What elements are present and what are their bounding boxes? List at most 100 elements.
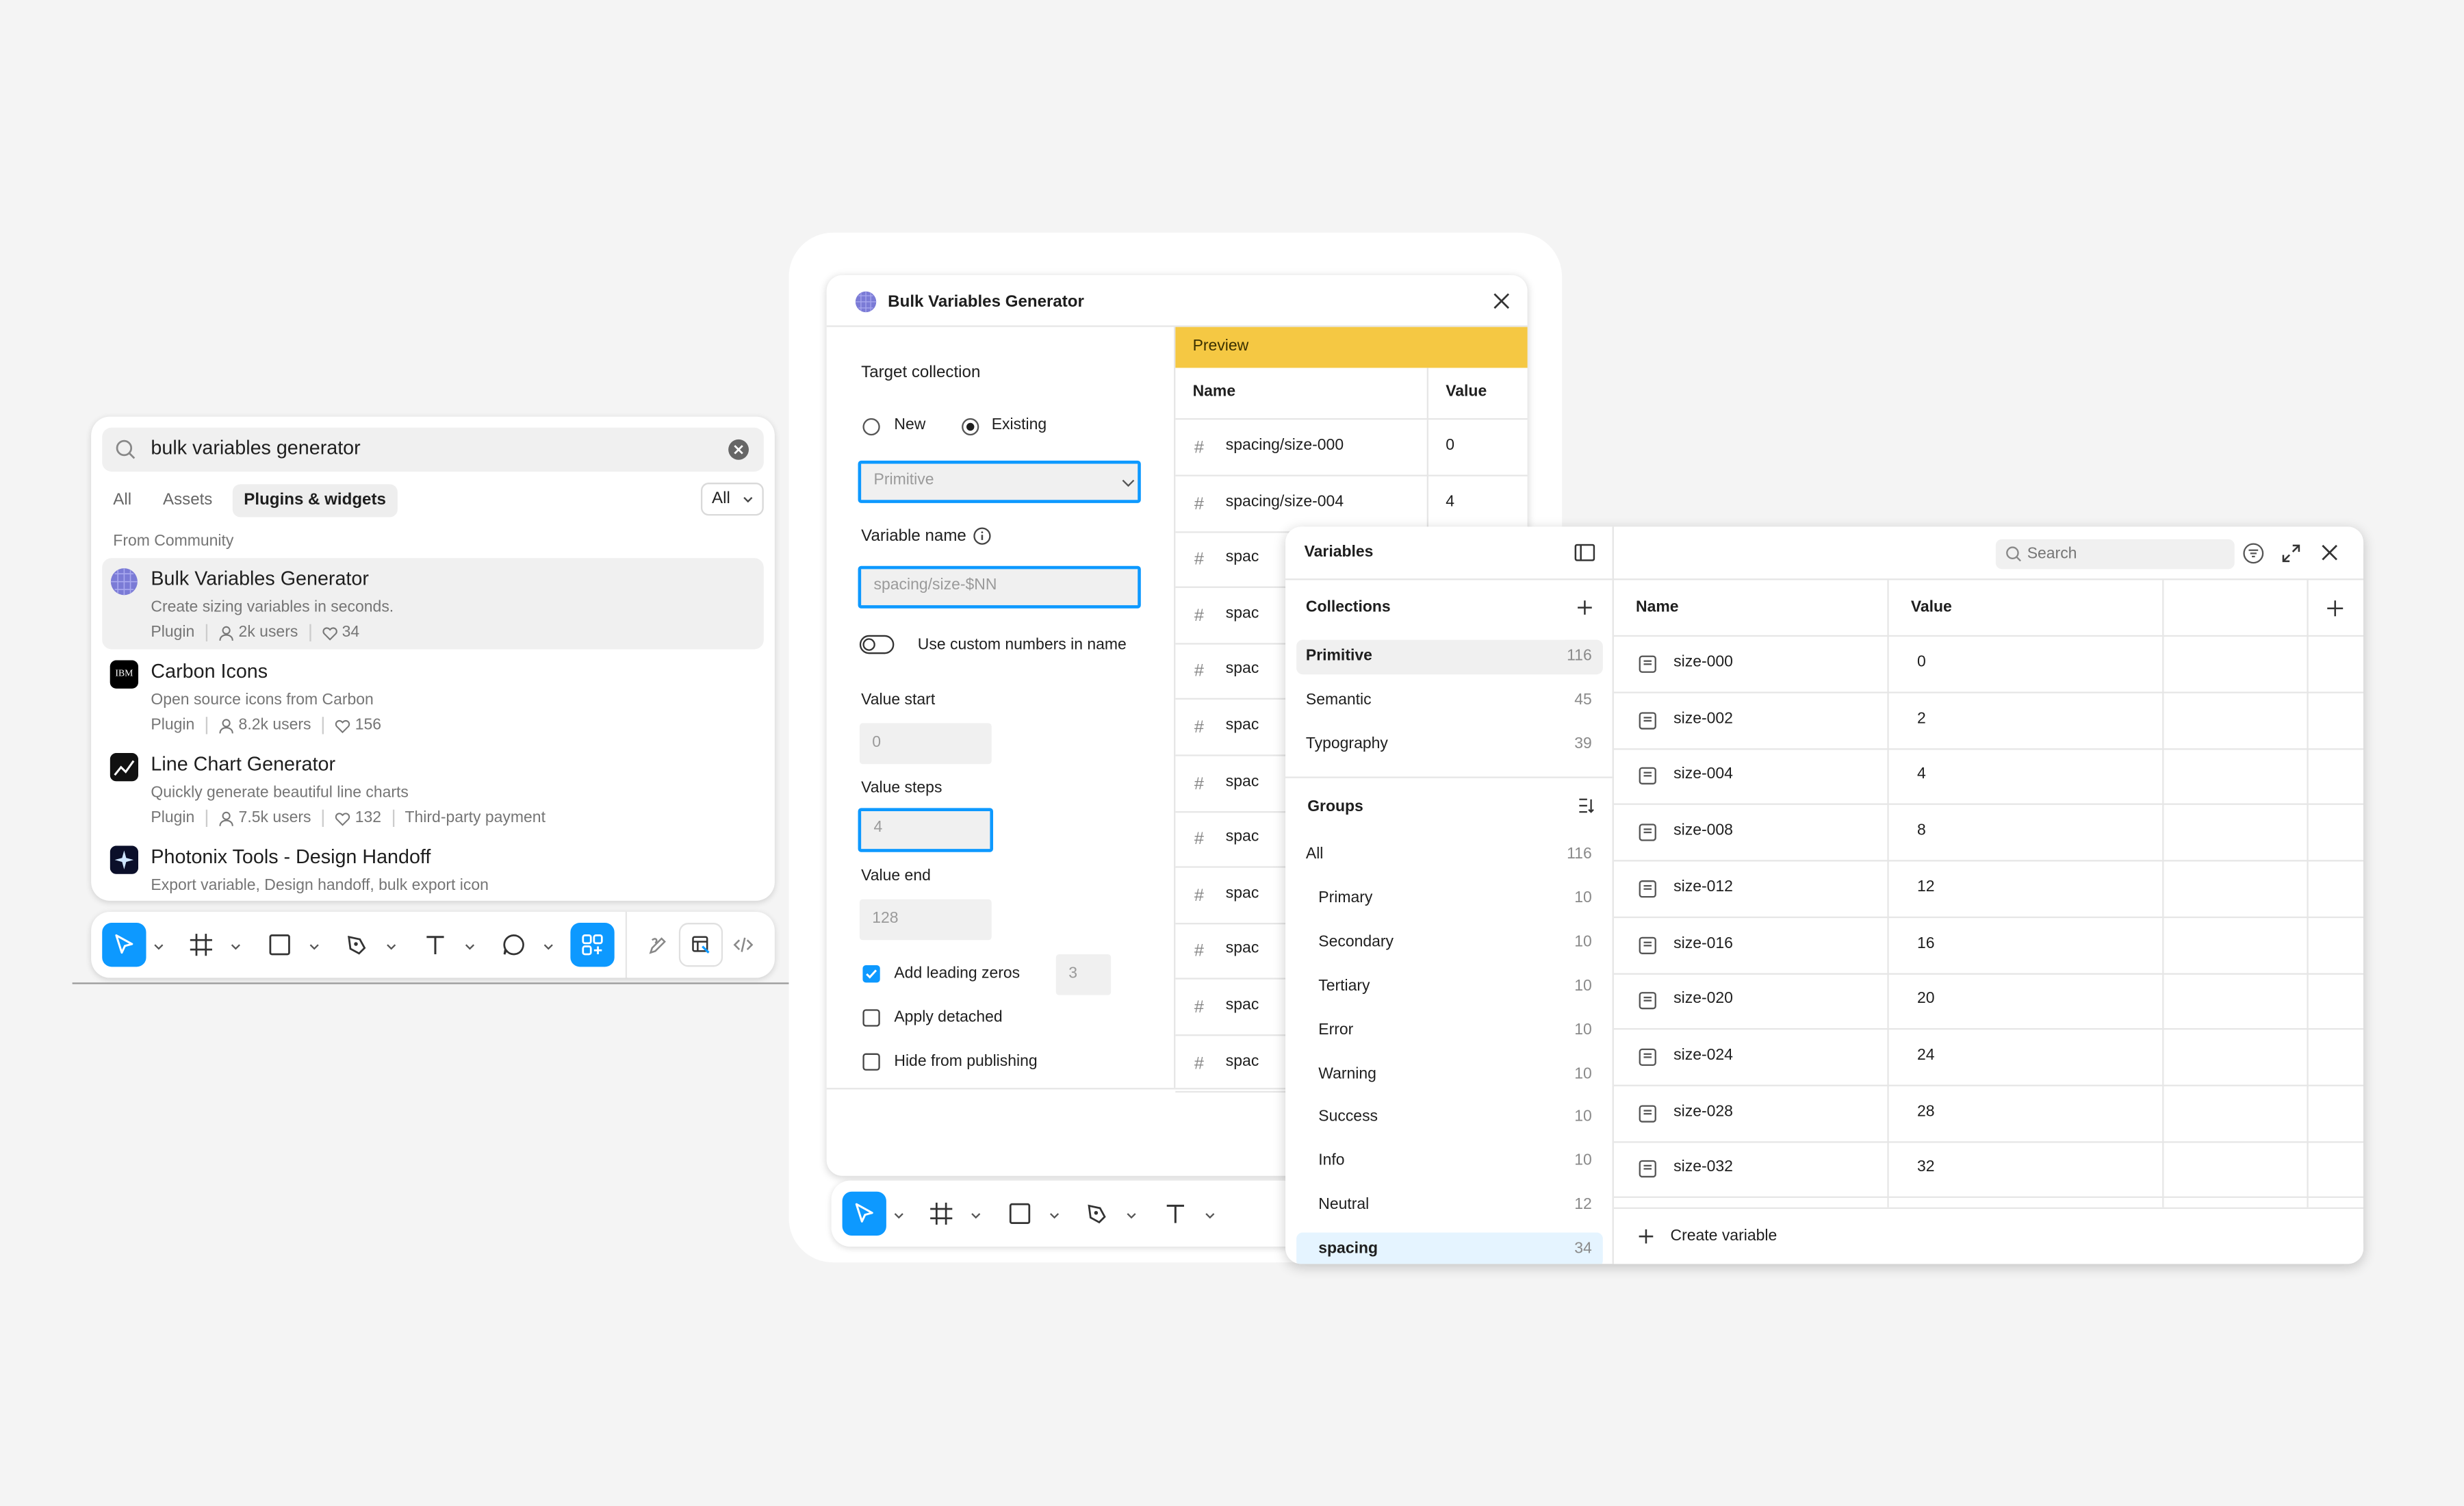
text-tool-button[interactable] [413, 923, 457, 967]
chevron-down-icon[interactable] [1048, 1209, 1060, 1221]
variable-value[interactable]: 20 [1917, 991, 1935, 1008]
variable-value[interactable]: 16 [1917, 934, 1935, 952]
design-mode-button[interactable] [678, 923, 723, 967]
tab-all[interactable]: All [102, 483, 142, 516]
groups-label: Groups [1307, 798, 1363, 816]
close-icon[interactable] [1493, 292, 1510, 309]
text-tool-button[interactable] [1153, 1192, 1197, 1236]
rectangle-tool-button[interactable] [258, 923, 302, 967]
variable-row[interactable]: size-016 16 [1613, 917, 2364, 974]
value-steps-input[interactable]: 4 [858, 808, 994, 852]
variable-value[interactable]: 4 [1917, 766, 1926, 783]
leading-zeros-input[interactable]: 3 [1055, 954, 1112, 995]
result-item[interactable]: Bulk Variables Generator Create sizing v… [102, 558, 764, 650]
group-item[interactable]: Neutral 12 [1296, 1189, 1603, 1224]
variable-row[interactable]: size-008 8 [1613, 805, 2364, 862]
value-end-input[interactable]: 128 [859, 899, 992, 941]
chevron-down-icon[interactable] [893, 1209, 905, 1221]
draw-mode-button[interactable] [637, 923, 680, 967]
apply-detached-checkbox[interactable] [862, 1009, 880, 1027]
collection-item[interactable]: Primitive 116 [1296, 639, 1603, 675]
variable-value[interactable]: 8 [1917, 822, 1926, 839]
variable-row[interactable]: size-002 2 [1613, 693, 2364, 750]
dev-mode-button[interactable] [721, 923, 765, 967]
move-tool-button[interactable] [102, 923, 146, 967]
variable-row[interactable]: size-004 4 [1613, 749, 2364, 806]
preview-row-name: spac [1225, 717, 1259, 735]
variable-value[interactable]: 32 [1917, 1159, 1935, 1176]
value-start-input[interactable]: 0 [859, 723, 992, 765]
group-item[interactable]: Secondary 10 [1296, 926, 1603, 960]
variable-name-input[interactable]: spacing/size-$NN [858, 565, 1141, 609]
info-icon[interactable] [973, 526, 992, 546]
chevron-down-icon[interactable] [970, 1209, 982, 1221]
variable-row[interactable]: size-028 28 [1613, 1086, 2364, 1143]
comment-tool-button[interactable] [492, 923, 536, 967]
chevron-down-icon[interactable] [1125, 1209, 1138, 1221]
create-variable-button[interactable]: Create variable [1613, 1207, 2364, 1264]
chevron-down-icon[interactable] [542, 940, 554, 952]
group-item[interactable]: Info 10 [1296, 1145, 1603, 1180]
result-item[interactable]: Photonix Tools - Design Handoff Export v… [102, 837, 764, 901]
collection-select[interactable]: Primitive [858, 460, 1141, 503]
variable-value[interactable]: 2 [1917, 710, 1926, 727]
search-input[interactable]: bulk variables generator [151, 437, 360, 459]
variables-search-input[interactable] [2027, 542, 2216, 566]
rectangle-tool-button[interactable] [998, 1192, 1042, 1236]
number-variable-icon [1639, 936, 1656, 954]
variable-row[interactable]: size-000 0 [1613, 637, 2364, 693]
group-item[interactable]: Error 10 [1296, 1013, 1603, 1048]
filter-icon[interactable] [2242, 542, 2264, 564]
add-collection-icon[interactable] [1576, 599, 1593, 616]
tab-plugins-widgets[interactable]: Plugins & widgets [233, 483, 398, 517]
variable-value[interactable]: 28 [1917, 1103, 1935, 1120]
group-item[interactable]: spacing 34 [1296, 1232, 1603, 1264]
group-item[interactable]: Tertiary 10 [1296, 969, 1603, 1004]
variable-row[interactable]: size-024 24 [1613, 1030, 2364, 1086]
sidebar-toggle-icon[interactable] [1574, 544, 1595, 561]
group-item[interactable]: Primary 10 [1296, 882, 1603, 917]
leading-zeros-checkbox[interactable] [862, 965, 880, 983]
frame-tool-button[interactable] [179, 923, 223, 967]
chevron-down-icon[interactable] [1204, 1209, 1216, 1221]
move-tool-button[interactable] [842, 1191, 886, 1236]
tab-assets[interactable]: Assets [152, 483, 223, 516]
actions-tool-button[interactable] [570, 923, 615, 967]
expand-icon[interactable] [2282, 544, 2301, 563]
add-mode-icon[interactable] [2326, 599, 2345, 618]
group-item[interactable]: Warning 10 [1296, 1057, 1603, 1092]
variable-value[interactable]: 24 [1917, 1047, 1935, 1064]
group-count: 10 [1574, 1064, 1592, 1083]
frame-tool-button[interactable] [919, 1192, 963, 1236]
chevron-down-icon[interactable] [229, 940, 242, 952]
pen-tool-button[interactable] [1075, 1192, 1118, 1236]
variable-row[interactable]: size-020 20 [1613, 973, 2364, 1030]
result-type: Plugin [151, 809, 195, 827]
pen-tool-button[interactable] [335, 923, 378, 967]
close-icon[interactable] [2321, 544, 2338, 561]
hide-publishing-checkbox[interactable] [862, 1053, 880, 1071]
search-bar[interactable]: bulk variables generator [102, 427, 764, 472]
clear-search-icon[interactable] [728, 439, 749, 461]
variable-row[interactable]: size-032 32 [1613, 1142, 2364, 1199]
result-item[interactable]: IBM Carbon Icons Open source icons from … [102, 651, 764, 742]
group-name: Tertiary [1318, 977, 1370, 995]
variables-search[interactable] [1995, 539, 2235, 570]
group-item[interactable]: Success 10 [1296, 1101, 1603, 1136]
variable-value[interactable]: 0 [1917, 654, 1926, 671]
group-item[interactable]: All 116 [1296, 838, 1603, 873]
collection-item[interactable]: Typography 39 [1296, 728, 1603, 763]
collection-item[interactable]: Semantic 45 [1296, 684, 1603, 719]
custom-numbers-toggle[interactable] [859, 635, 895, 654]
filter-dropdown[interactable]: All [700, 483, 764, 516]
radio-existing[interactable] [962, 418, 979, 436]
variable-value[interactable]: 12 [1917, 878, 1935, 895]
radio-new[interactable] [862, 418, 880, 436]
chevron-down-icon[interactable] [153, 940, 165, 952]
chevron-down-icon[interactable] [385, 940, 397, 952]
chevron-down-icon[interactable] [463, 940, 476, 952]
sort-groups-icon[interactable] [1578, 797, 1597, 814]
result-item[interactable]: Line Chart Generator Quickly generate be… [102, 743, 764, 834]
chevron-down-icon[interactable] [308, 940, 320, 952]
variable-row[interactable]: size-012 12 [1613, 861, 2364, 918]
